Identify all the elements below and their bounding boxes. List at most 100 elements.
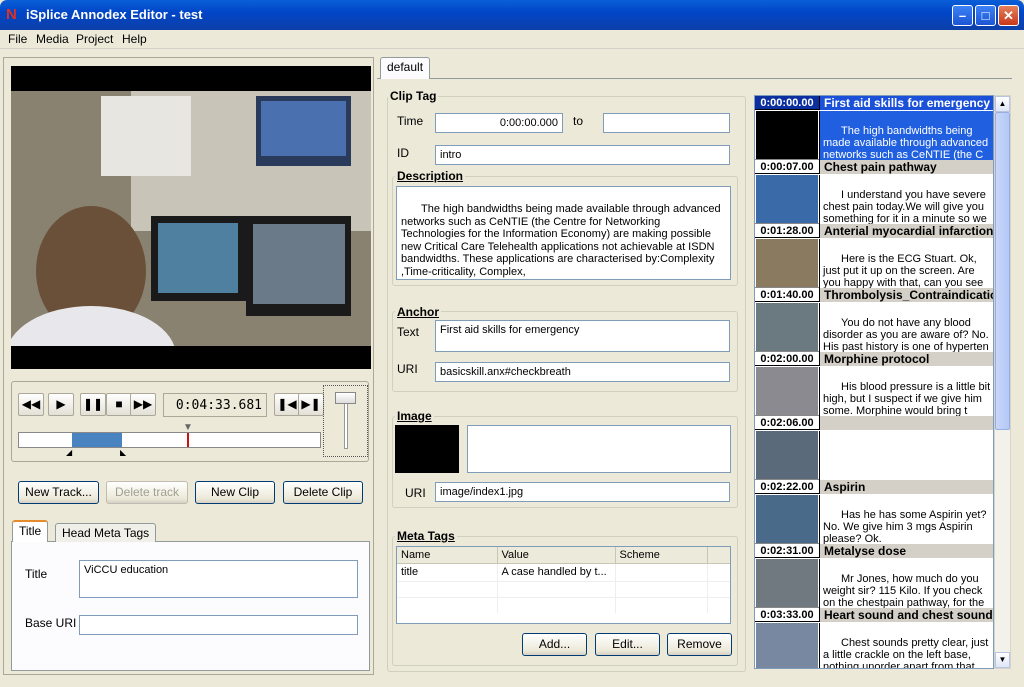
clip-time: 0:02:22.00 bbox=[755, 480, 819, 494]
clip-time: 0:02:00.00 bbox=[755, 352, 819, 366]
to-label: to bbox=[573, 114, 584, 128]
stop-button[interactable]: ■ bbox=[106, 393, 132, 416]
add-meta-button[interactable]: Add... bbox=[522, 633, 587, 656]
clip-title: Thrombolysis_Contraindicatio bbox=[819, 288, 993, 302]
clip-row[interactable]: 0:02:22.00 Aspirin Has he has some Aspirin… bbox=[755, 480, 993, 544]
delete-clip-button[interactable]: Delete Clip bbox=[283, 481, 363, 504]
clip-row[interactable]: 0:02:31.00 Metalyse dose Mr Jones, how muc… bbox=[755, 544, 993, 608]
close-button[interactable]: ✕ bbox=[998, 5, 1019, 26]
timeline-selection[interactable] bbox=[72, 433, 122, 447]
scroll-down-icon[interactable]: ▼ bbox=[995, 652, 1010, 668]
pause-button[interactable]: ❚❚ bbox=[80, 393, 106, 416]
image-uri-label: URI bbox=[405, 486, 426, 500]
column-header-name[interactable]: Name bbox=[397, 547, 498, 564]
delete-track-button: Delete track bbox=[106, 481, 188, 504]
play-button[interactable]: ▶ bbox=[48, 393, 74, 416]
anchor-text-field[interactable]: First aid skills for emergency bbox=[435, 320, 730, 352]
clip-description: His blood pressure is a little bit high,… bbox=[819, 367, 993, 416]
remove-meta-button[interactable]: Remove bbox=[667, 633, 732, 656]
clip-thumbnail bbox=[756, 111, 818, 159]
anchor-text-label: Text bbox=[397, 325, 420, 339]
volume-thumb[interactable] bbox=[335, 392, 356, 404]
tab-head-meta-tags[interactable]: Head Meta Tags bbox=[55, 523, 157, 542]
clip-thumbnail bbox=[756, 303, 818, 351]
image-uri-field[interactable]: image/index1.jpg bbox=[435, 482, 730, 502]
clip-description bbox=[819, 431, 993, 480]
time-start-field[interactable]: 0:00:00.000 bbox=[435, 113, 563, 133]
clip-time: 0:01:40.00 bbox=[755, 288, 819, 302]
tab-title[interactable]: Title bbox=[12, 520, 49, 542]
description-label: Description bbox=[395, 169, 466, 183]
clip-description: Mr Jones, how much do you weight sir? 11… bbox=[819, 559, 993, 608]
fast-forward-button[interactable]: ▶▶ bbox=[130, 393, 156, 416]
anchor-uri-field[interactable]: basicskill.anx#checkbreath bbox=[435, 362, 730, 382]
playhead-marker-icon: ▼ bbox=[183, 422, 193, 433]
scroll-up-icon[interactable]: ▲ bbox=[995, 96, 1010, 112]
title-label: Title bbox=[25, 567, 48, 581]
maximize-button[interactable]: □ bbox=[975, 5, 996, 26]
clip-list[interactable]: 0:00:00.00 First aid skills for emergency… bbox=[754, 95, 994, 669]
next-frame-button[interactable]: ▶❚ bbox=[298, 393, 324, 416]
clip-thumbnail bbox=[756, 367, 818, 415]
new-track-button[interactable]: New Track... bbox=[18, 481, 99, 504]
anchor-label: Anchor bbox=[395, 305, 441, 319]
base-uri-label: Base URI bbox=[25, 616, 77, 630]
menu-project[interactable]: Project bbox=[76, 32, 113, 46]
window-title: iSplice Annodex Editor - test bbox=[26, 7, 203, 22]
clip-thumbnail bbox=[756, 623, 818, 668]
clip-row[interactable]: 0:00:07.00 Chest pain pathway I understand… bbox=[755, 160, 993, 224]
description-textarea[interactable]: The high bandwidths being made available… bbox=[396, 186, 731, 280]
time-end-field[interactable] bbox=[603, 113, 730, 133]
clip-tag-label: Clip Tag bbox=[388, 89, 439, 103]
clip-thumbnail bbox=[756, 239, 818, 287]
time-label: Time bbox=[397, 114, 424, 128]
selection-end-marker-icon: ◣ bbox=[120, 448, 127, 457]
clip-row[interactable]: 0:03:33.00 Heart sound and chest sound Che… bbox=[755, 608, 993, 668]
volume-slider[interactable] bbox=[323, 385, 368, 457]
minimize-button[interactable]: – bbox=[952, 5, 973, 26]
rewind-button[interactable]: ◀◀ bbox=[18, 393, 44, 416]
column-header-value[interactable]: Value bbox=[497, 547, 616, 564]
clip-list-scrollbar[interactable]: ▲ ▼ bbox=[994, 95, 1011, 669]
edit-meta-button[interactable]: Edit... bbox=[595, 633, 660, 656]
timeline-track[interactable] bbox=[18, 432, 321, 448]
clip-row[interactable]: 0:02:06.00 bbox=[755, 416, 993, 480]
new-clip-button[interactable]: New Clip bbox=[195, 481, 275, 504]
clip-time: 0:02:31.00 bbox=[755, 544, 819, 558]
clip-row[interactable]: 0:00:00.00 First aid skills for emergency… bbox=[755, 96, 993, 160]
image-caption-field[interactable] bbox=[467, 425, 731, 473]
table-row[interactable]: title A case handled by t... bbox=[397, 563, 730, 582]
title-field[interactable]: ViCCU education bbox=[79, 560, 358, 598]
id-label: ID bbox=[397, 146, 409, 160]
clip-description: I understand you have severe chest pain … bbox=[819, 175, 993, 224]
scroll-thumb[interactable] bbox=[995, 112, 1010, 430]
clip-row[interactable]: 0:01:28.00 Anterial myocardial infarction… bbox=[755, 224, 993, 288]
base-uri-field[interactable] bbox=[79, 615, 358, 635]
image-label: Image bbox=[395, 409, 434, 423]
clip-row[interactable]: 0:01:40.00 Thrombolysis_Contraindicatio Yo… bbox=[755, 288, 993, 352]
clip-time: 0:00:07.00 bbox=[755, 160, 819, 174]
cell-scheme bbox=[615, 563, 708, 582]
meta-tags-table[interactable]: Name Value Scheme title A case handled b… bbox=[396, 546, 731, 624]
clip-title: Metalyse dose bbox=[819, 544, 993, 558]
menu-media[interactable]: Media bbox=[36, 32, 69, 46]
id-field[interactable]: intro bbox=[435, 145, 730, 165]
clip-title: Chest pain pathway bbox=[819, 160, 993, 174]
clip-description: The high bandwidths being made available… bbox=[819, 111, 993, 160]
menu-help[interactable]: Help bbox=[122, 32, 147, 46]
clip-time: 0:02:06.00 bbox=[755, 416, 819, 430]
video-frame[interactable] bbox=[11, 66, 371, 369]
column-header-scheme[interactable]: Scheme bbox=[615, 547, 708, 564]
clip-description: Has he has some Aspirin yet? No. We give… bbox=[819, 495, 993, 544]
clip-description: You do not have any blood disorder as yo… bbox=[819, 303, 993, 352]
timeline-playhead[interactable] bbox=[187, 433, 189, 447]
clip-thumbnail bbox=[756, 495, 818, 543]
cell-name: title bbox=[397, 563, 498, 582]
tab-default[interactable]: default bbox=[380, 57, 431, 79]
clip-thumbnail bbox=[756, 431, 818, 479]
menu-file[interactable]: File bbox=[8, 32, 27, 46]
clip-row[interactable]: 0:02:00.00 Morphine protocol His blood pre… bbox=[755, 352, 993, 416]
cell-value: A case handled by t... bbox=[497, 563, 616, 582]
previous-frame-button[interactable]: ❚◀ bbox=[274, 393, 300, 416]
meta-tags-label: Meta Tags bbox=[395, 529, 457, 543]
